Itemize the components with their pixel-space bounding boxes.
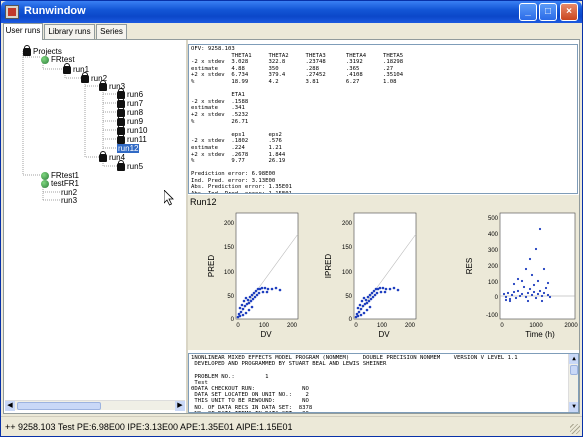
nonmem-output-log[interactable]: 1NONLINEAR MIXED EFFECTS MODEL PROGRAM (… xyxy=(188,353,579,413)
project-tree[interactable]: Projects FRtest run1 run2 run3 run6 run7… xyxy=(5,41,185,411)
y-axis-label: RES xyxy=(465,258,474,274)
tab-library-runs[interactable]: Library runs xyxy=(44,24,95,39)
y-tick-label: -100 xyxy=(486,313,499,319)
tree-horizontal-scrollbar[interactable]: ◀ ▶ xyxy=(5,400,185,411)
x-axis-label: DV xyxy=(260,330,272,339)
x-tick-label: 2000 xyxy=(564,323,578,329)
y-tick-label: 200 xyxy=(342,221,353,227)
run-label: Run12 xyxy=(190,197,217,207)
y-tick-label: 100 xyxy=(488,280,499,286)
plot-panel: Run12 0 50 100 150 200 0 100 200 DV PRED… xyxy=(188,195,579,350)
resize-grip-icon[interactable] xyxy=(570,424,580,434)
parameter-summary-text: OFV: 9258.103 THETA1 THETA2 THETA3 THETA… xyxy=(191,46,404,193)
y-tick-label: 150 xyxy=(342,245,353,251)
y-tick-label: 100 xyxy=(342,270,353,276)
lock-icon xyxy=(99,150,107,162)
x-tick-label: 0 xyxy=(500,323,504,329)
tab-content: Projects FRtest run1 run2 run3 run6 run7… xyxy=(3,39,580,414)
scroll-thumb[interactable] xyxy=(17,402,101,410)
x-tick-label: 100 xyxy=(259,323,270,329)
scroll-up-icon[interactable]: ▲ xyxy=(569,354,578,364)
plot-ipred-vs-dv: 0 50 100 150 200 0 100 200 DV IPRED xyxy=(324,212,417,339)
y-tick-label: 400 xyxy=(488,232,499,238)
window-title: Runwindow xyxy=(24,5,86,17)
y-axis-label: IPRED xyxy=(324,254,333,279)
x-axis-label: DV xyxy=(378,330,390,339)
title-bar[interactable]: Runwindow _ □ × xyxy=(1,1,582,23)
y-tick-label: 100 xyxy=(224,270,235,276)
lock-icon xyxy=(117,159,125,171)
scroll-left-icon[interactable]: ◀ xyxy=(5,401,15,411)
close-button[interactable]: × xyxy=(560,3,578,21)
diagnostic-plots: 0 50 100 150 200 0 100 200 DV PRED 0 50 … xyxy=(207,212,578,339)
globe-icon xyxy=(41,179,49,188)
lock-icon xyxy=(117,132,125,144)
scroll-down-icon[interactable]: ▼ xyxy=(569,402,578,412)
plot-pred-vs-dv: 0 50 100 150 200 0 100 200 DV PRED xyxy=(207,212,299,339)
globe-icon xyxy=(41,55,49,64)
tree-node[interactable]: run3 xyxy=(61,196,77,205)
mouse-pointer-icon xyxy=(164,190,174,206)
y-tick-label: 0 xyxy=(349,317,353,323)
y-tick-label: 200 xyxy=(224,221,235,227)
x-axis-label: Time (h) xyxy=(525,330,555,339)
status-text: ++ 9258.103 Test PE:6.98E00 IPE:3.13E00 … xyxy=(5,422,293,432)
y-tick-label: 0 xyxy=(495,295,499,301)
tree-node[interactable]: FRtest xyxy=(41,55,75,64)
tree-node[interactable]: run5 xyxy=(117,159,143,171)
app-icon xyxy=(5,5,19,19)
lock-icon xyxy=(23,44,31,56)
nonmem-output-text: 1NONLINEAR MIXED EFFECTS MODEL PROGRAM (… xyxy=(191,355,518,412)
y-tick-label: 50 xyxy=(345,294,352,300)
minimize-button[interactable]: _ xyxy=(519,3,537,21)
x-tick-label: 0 xyxy=(354,323,358,329)
x-tick-label: 200 xyxy=(287,323,298,329)
x-tick-label: 200 xyxy=(405,323,416,329)
tree-node[interactable]: run11 xyxy=(117,132,147,144)
tree-connector-lines xyxy=(22,51,117,201)
log-vertical-scrollbar[interactable]: ▲ ▼ xyxy=(568,354,578,412)
tab-series[interactable]: Series xyxy=(96,24,127,39)
y-tick-label: 500 xyxy=(488,216,499,222)
x-tick-label: 100 xyxy=(377,323,388,329)
y-tick-label: 50 xyxy=(227,294,234,300)
parameter-summary-output[interactable]: OFV: 9258.103 THETA1 THETA2 THETA3 THETA… xyxy=(188,44,578,194)
y-tick-label: 0 xyxy=(231,317,235,323)
y-tick-label: 300 xyxy=(488,248,499,254)
lock-icon xyxy=(99,79,107,91)
status-bar: ++ 9258.103 Test PE:6.98E00 IPE:3.13E00 … xyxy=(1,416,582,436)
tree-node-selected[interactable]: run12 xyxy=(117,144,140,153)
lock-icon xyxy=(63,62,71,74)
x-tick-label: 0 xyxy=(236,323,240,329)
y-axis-label: PRED xyxy=(207,255,216,277)
y-tick-label: 150 xyxy=(224,245,235,251)
scroll-right-icon[interactable]: ▶ xyxy=(175,401,185,411)
run-window: Runwindow _ □ × User runs Library runs S… xyxy=(0,0,583,437)
tab-user-runs[interactable]: User runs xyxy=(3,23,43,40)
lock-icon xyxy=(81,71,89,83)
x-tick-label: 1000 xyxy=(529,323,543,329)
scroll-thumb[interactable] xyxy=(570,365,578,375)
plot-res-vs-time: -100 0 100 200 300 400 500 0 1000 2000 T… xyxy=(465,212,578,339)
maximize-button[interactable]: □ xyxy=(539,3,557,21)
y-tick-label: 200 xyxy=(488,264,499,270)
tree-node[interactable]: testFR1 xyxy=(41,179,79,188)
